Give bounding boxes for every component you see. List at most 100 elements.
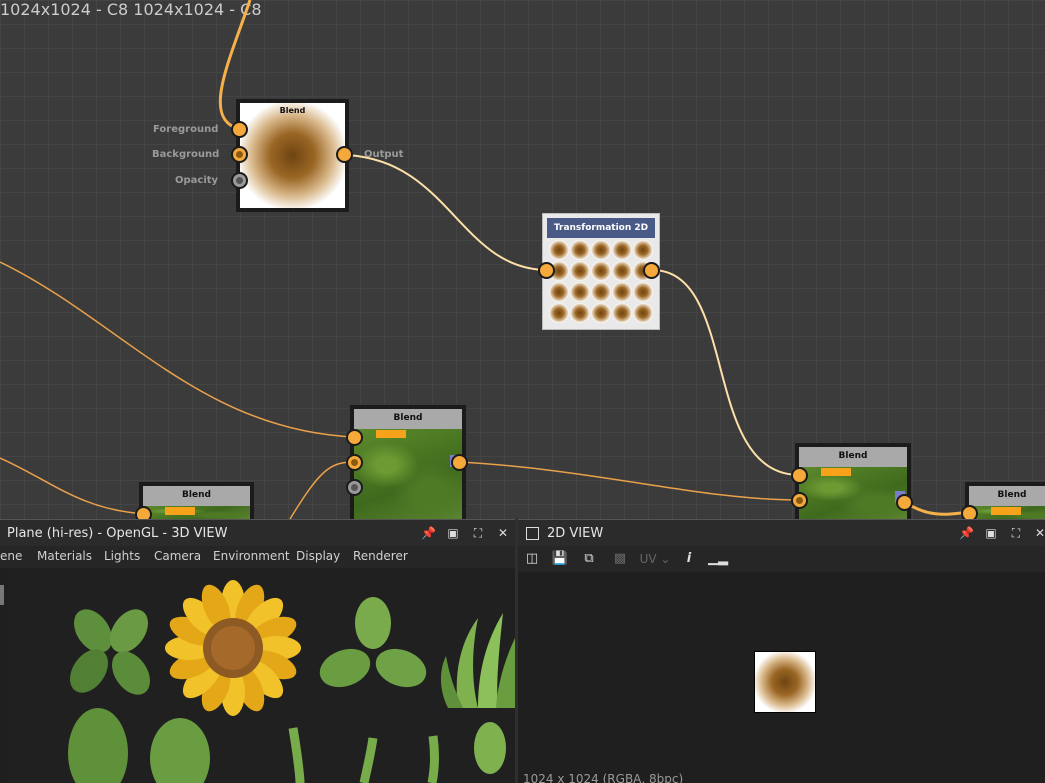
blend-top-title-overlay: Blend — [279, 106, 306, 115]
blend-mid-output[interactable] — [451, 454, 468, 471]
grass-blades — [441, 613, 515, 708]
port-foreground[interactable] — [231, 121, 248, 138]
port-output[interactable] — [336, 146, 353, 163]
tile-blob — [549, 282, 569, 302]
blend-node-mid[interactable]: Blend — [350, 405, 466, 519]
port-background[interactable] — [231, 146, 248, 163]
node-thumbnail — [240, 103, 345, 208]
tile-blob — [633, 282, 653, 302]
blend-far-right-input-1[interactable] — [961, 505, 978, 519]
tile-blob — [612, 261, 632, 281]
tile-blob — [591, 240, 611, 260]
maximize-icon[interactable]: ⛶ — [1009, 526, 1023, 540]
2d-view-title-bar: 2D VIEW 📌 ▣ ⛶ ✕ — [518, 519, 1045, 547]
save-icon[interactable]: 💾 — [551, 550, 569, 568]
copy-icon[interactable]: ⧉ — [580, 550, 598, 568]
info-icon[interactable]: i — [680, 550, 698, 568]
maximize-icon[interactable]: ⛶ — [471, 526, 485, 540]
float-window-icon[interactable]: ▣ — [984, 526, 998, 540]
port-label-foreground: Foreground — [153, 124, 219, 135]
stem-1 — [288, 727, 305, 783]
tile-blob — [570, 261, 590, 281]
blend-right-input-2[interactable] — [791, 492, 808, 509]
clover-three-leaf — [319, 597, 427, 688]
node-title: Blend — [969, 486, 1045, 506]
blend-mid-input-1[interactable] — [346, 429, 363, 446]
blend-node-right[interactable]: Blend — [795, 443, 911, 519]
close-icon[interactable]: ✕ — [496, 526, 510, 540]
menu-materials[interactable]: Materials — [37, 546, 92, 566]
3d-viewport[interactable] — [8, 568, 515, 783]
tile-blob — [570, 303, 590, 323]
tile-blob — [549, 240, 569, 260]
pin-icon[interactable]: 📌 — [959, 526, 974, 540]
3d-view-panel: Plane (hi-res) - OpenGL - 3D VIEW 📌 ▣ ⛶ … — [0, 519, 515, 783]
2d-view-title: 2D VIEW — [547, 526, 604, 541]
tile-blob — [633, 240, 653, 260]
uv-dropdown[interactable]: UV ⌄ — [639, 550, 671, 568]
3d-view-menubar: ene Materials Lights Camera Environment … — [0, 546, 515, 568]
tile-blob — [612, 303, 632, 323]
tile-blob — [591, 282, 611, 302]
tile-blob — [612, 240, 632, 260]
tile-blob — [591, 261, 611, 281]
blend-right-input-1[interactable] — [791, 467, 808, 484]
node-thumbnail — [143, 506, 250, 519]
port-label-opacity: Opacity — [175, 175, 219, 186]
tile-blob — [549, 303, 569, 323]
node-thumb-bar — [376, 430, 406, 438]
tile-blob — [591, 303, 611, 323]
node-thumb-bar — [821, 468, 851, 476]
histogram-icon[interactable]: ▁▂ — [708, 550, 728, 568]
menu-renderer[interactable]: Renderer — [353, 546, 408, 566]
blend-node-left[interactable]: Blend — [139, 482, 254, 519]
leaf-bottom-3 — [474, 722, 506, 774]
node-graph-canvas[interactable]: Blend Blend Foreground Background Opacit… — [0, 0, 1045, 519]
port-opacity[interactable] — [231, 172, 248, 189]
clover-four-leaf — [69, 609, 151, 695]
2d-view-panel: 2D VIEW 📌 ▣ ⛶ ✕ ◫ 💾 ⧉ ▩ UV ⌄ i ▁▂ 1024 x… — [518, 519, 1045, 783]
connection-wires — [0, 0, 971, 519]
uv-label: UV — [639, 552, 657, 566]
blend-right-output[interactable] — [896, 494, 913, 511]
2d-viewport[interactable]: 1024 x 1024 (RGBA, 8bpc) — [518, 572, 1045, 783]
wire-left-to-blend-mid — [0, 261, 355, 438]
node-thumbnail — [354, 429, 462, 519]
blend-node-top[interactable]: Blend — [236, 99, 349, 212]
close-icon[interactable]: ✕ — [1033, 526, 1045, 540]
blend-mid-input-3[interactable] — [346, 479, 363, 496]
export-icon[interactable]: ◫ — [523, 550, 541, 568]
transform-output-port[interactable] — [643, 262, 660, 279]
stem-2 — [359, 737, 378, 783]
3d-render-image — [68, 580, 515, 783]
2d-preview-image — [754, 651, 816, 713]
tile-blob — [612, 282, 632, 302]
wire-transform-to-blend-right — [651, 269, 801, 476]
node-thumb-bar — [991, 507, 1021, 515]
2d-view-toolbar: ◫ 💾 ⧉ ▩ UV ⌄ i ▁▂ — [518, 546, 1045, 572]
float-window-icon[interactable]: ▣ — [446, 526, 460, 540]
menu-lights[interactable]: Lights — [104, 546, 140, 566]
3d-view-side-handle[interactable] — [0, 585, 4, 605]
node-title: Blend — [799, 447, 907, 467]
node-title: Blend — [143, 486, 250, 506]
blend-left-input-1[interactable] — [135, 506, 152, 519]
tile-blob — [570, 282, 590, 302]
pin-icon[interactable]: 📌 — [421, 526, 436, 540]
node-thumb-bar — [165, 507, 195, 515]
sunflower — [165, 580, 301, 716]
2d-view-icon — [526, 527, 539, 540]
2d-view-status: 1024 x 1024 (RGBA, 8bpc) — [523, 772, 684, 783]
node-title: Transformation 2D — [547, 218, 655, 238]
menu-scene[interactable]: ene — [0, 546, 22, 566]
node-title: Blend — [354, 409, 462, 429]
leaf-bottom-1 — [68, 708, 128, 783]
menu-display[interactable]: Display — [296, 546, 340, 566]
port-label-background: Background — [152, 149, 220, 160]
menu-environment[interactable]: Environment — [213, 546, 290, 566]
transform-input-port[interactable] — [538, 262, 555, 279]
wire-blend-mid-to-blend-right — [459, 461, 801, 501]
menu-camera[interactable]: Camera — [154, 546, 201, 566]
tile-mode-icon[interactable]: ▩ — [611, 550, 629, 568]
blend-mid-input-2[interactable] — [346, 454, 363, 471]
